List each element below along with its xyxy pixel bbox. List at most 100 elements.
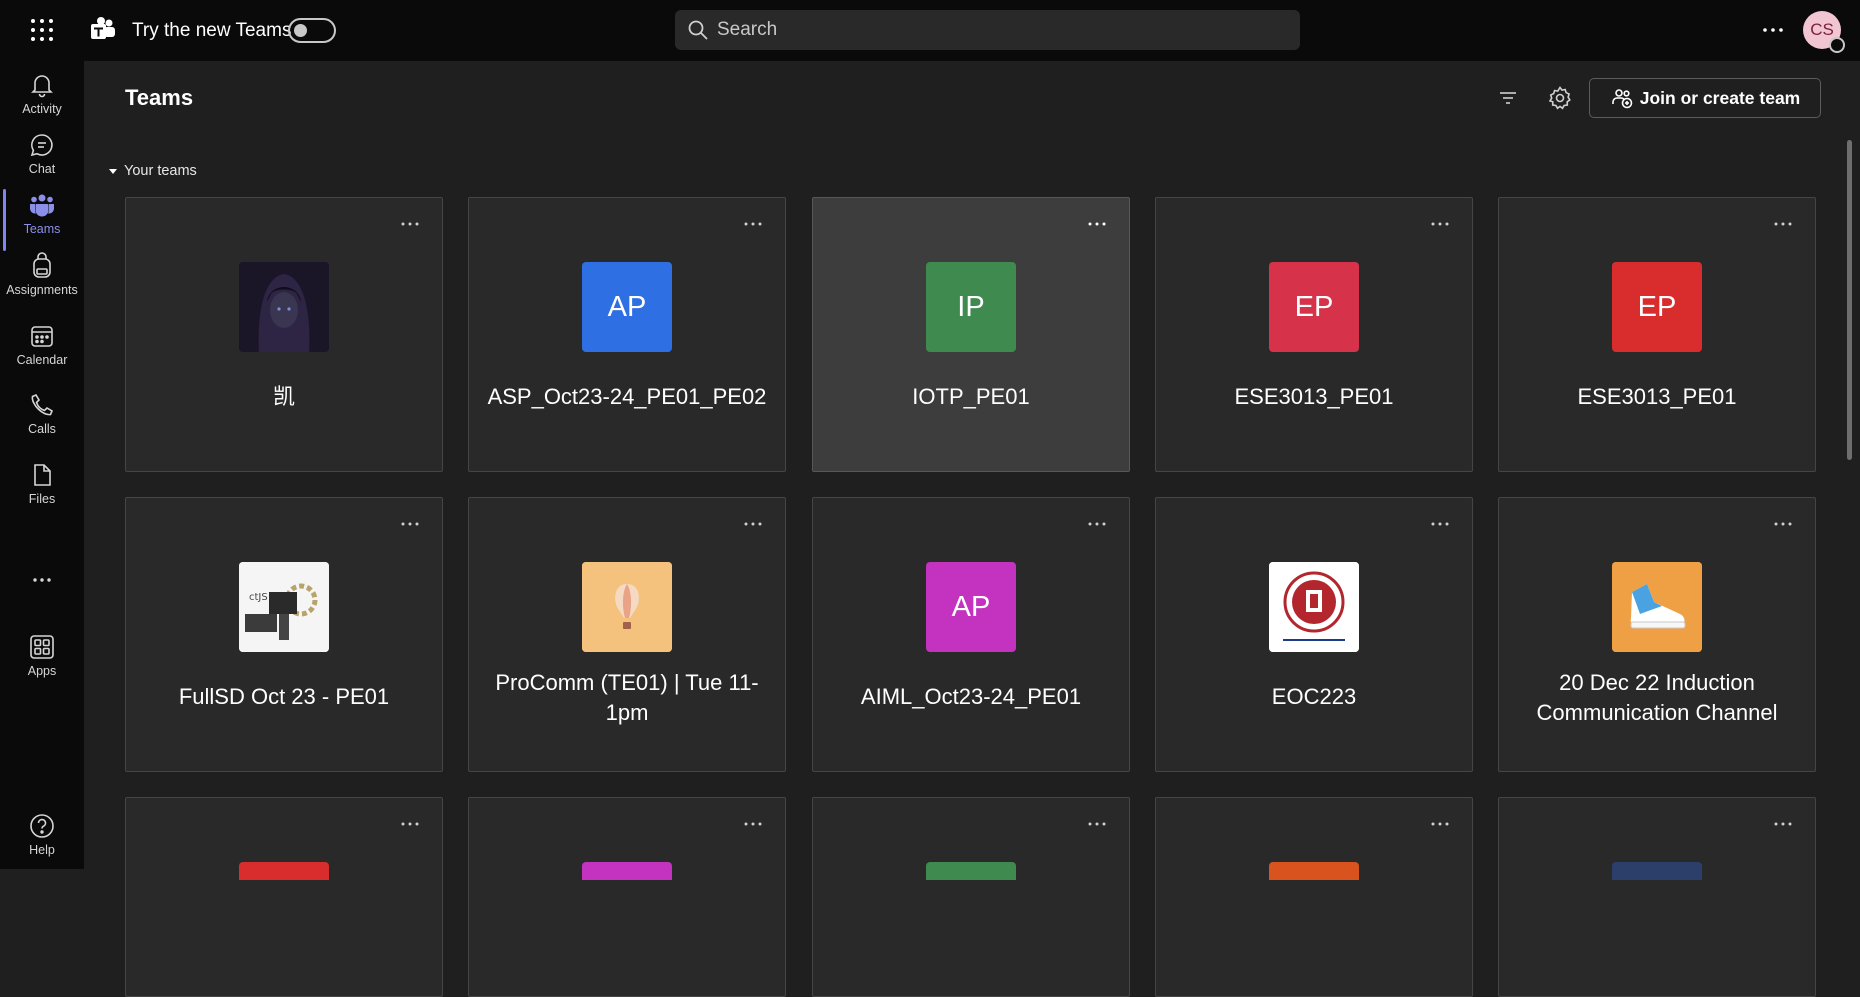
team-card[interactable]: EP ESE3013_PE01	[1155, 197, 1473, 472]
team-avatar	[239, 862, 329, 880]
more-options-icon[interactable]	[1771, 512, 1795, 536]
team-card[interactable]: EOC223	[1155, 497, 1473, 772]
file-icon	[34, 464, 51, 486]
team-card[interactable]: ProComm (TE01) | Tue 11-1pm	[468, 497, 786, 772]
caret-down-icon	[109, 169, 117, 174]
more-options-icon[interactable]	[398, 512, 422, 536]
rail-label: Chat	[28, 162, 56, 176]
more-icon	[33, 578, 51, 582]
team-card[interactable]	[1498, 797, 1816, 997]
team-avatar	[1612, 862, 1702, 880]
more-options-icon[interactable]	[1428, 812, 1452, 836]
team-name: ESE3013_PE01	[1234, 384, 1394, 409]
more-options-icon[interactable]	[398, 212, 422, 236]
team-name: ESE3013_PE01	[1577, 384, 1737, 409]
team-card[interactable]	[125, 797, 443, 997]
people-add-icon	[1611, 89, 1633, 109]
app-launcher-icon[interactable]	[27, 15, 57, 45]
help-icon	[30, 814, 54, 838]
team-initials: EP	[1637, 290, 1677, 323]
team-avatar	[926, 862, 1016, 880]
more-options-icon[interactable]	[741, 512, 765, 536]
filter-icon[interactable]	[1494, 84, 1522, 112]
join-button-label: Join or create team	[1639, 87, 1801, 108]
scrollbar-thumb[interactable]	[1847, 140, 1852, 460]
team-card[interactable]: ctJS FullSD Oct 23 - PE01	[125, 497, 443, 772]
calendar-icon	[31, 326, 53, 347]
apps-icon	[30, 635, 54, 659]
teams-logo-icon	[89, 16, 117, 44]
presence-status-icon	[1829, 37, 1845, 53]
rail-label: Activity	[22, 102, 62, 116]
more-options-icon[interactable]	[1085, 212, 1109, 236]
new-teams-toggle[interactable]	[288, 18, 336, 43]
team-name: FullSD Oct 23 - PE01	[178, 684, 390, 709]
team-card[interactable]	[468, 797, 786, 997]
team-name: AIML_Oct23-24_PE01	[860, 684, 1082, 709]
school-seal-logo	[1269, 562, 1359, 652]
gear-icon[interactable]	[1546, 84, 1574, 112]
search-icon	[688, 20, 708, 40]
rail-item-calendar[interactable]: Calendar	[0, 316, 84, 380]
rail-label: Files	[28, 492, 56, 506]
chat-icon	[30, 134, 53, 157]
your-teams-section-toggle[interactable]: Your teams	[108, 163, 197, 179]
rail-item-more[interactable]	[0, 566, 84, 630]
rail-item-activity[interactable]: Activity	[0, 65, 84, 129]
more-options-icon[interactable]	[398, 812, 422, 836]
team-name: ProComm (TE01) | Tue 11-1pm	[495, 670, 759, 725]
rail-item-apps[interactable]: Apps	[0, 627, 84, 691]
join-or-create-team-button[interactable]: Join or create team	[1589, 78, 1821, 118]
top-bar: Try the new Teams CS	[0, 0, 1860, 61]
team-initials: AP	[951, 590, 991, 623]
rail-item-teams[interactable]: Teams	[0, 185, 84, 251]
more-options-icon[interactable]	[1771, 812, 1795, 836]
more-options-icon[interactable]	[741, 812, 765, 836]
svg-text:ctJS: ctJS	[249, 592, 268, 603]
user-avatar[interactable]: CS	[1803, 11, 1845, 53]
search-input[interactable]	[709, 10, 1300, 50]
team-avatar	[582, 862, 672, 880]
hot-air-balloon-icon	[582, 562, 672, 652]
more-options-icon[interactable]	[1085, 812, 1109, 836]
team-name: EOC223	[1271, 684, 1357, 709]
phone-icon	[31, 393, 54, 416]
rail-item-files[interactable]: Files	[0, 455, 84, 519]
search-bar[interactable]	[675, 10, 1300, 50]
team-initials: AP	[607, 290, 647, 323]
page-title: Teams	[125, 85, 194, 110]
more-options-icon[interactable]	[1771, 212, 1795, 236]
rail-label: Apps	[27, 664, 57, 678]
team-card[interactable]: 凯	[125, 197, 443, 472]
more-options-icon[interactable]	[1428, 212, 1452, 236]
team-card[interactable]: IP IOTP_PE01	[812, 197, 1130, 472]
team-name: 20 Dec 22 Induction Communication Channe…	[1536, 670, 1778, 725]
team-name: ASP_Oct23-24_PE01_PE02	[487, 384, 767, 409]
teams-main-panel: Teams Join or create team Your teams 凯 A…	[84, 61, 1860, 997]
backpack-icon	[33, 252, 51, 278]
more-options-icon[interactable]	[1428, 512, 1452, 536]
team-card[interactable]: EP ESE3013_PE01	[1498, 197, 1816, 472]
team-card[interactable]: AP AIML_Oct23-24_PE01	[812, 497, 1130, 772]
more-options-icon[interactable]	[1085, 512, 1109, 536]
toggle-knob	[294, 24, 307, 37]
team-name: 凯	[272, 384, 295, 409]
sneaker-icon	[1612, 562, 1702, 652]
more-options-icon[interactable]	[741, 212, 765, 236]
rail-label: Assignments	[6, 283, 78, 297]
team-card[interactable]	[1155, 797, 1473, 997]
team-card[interactable]: AP ASP_Oct23-24_PE01_PE02	[468, 197, 786, 472]
team-card[interactable]	[812, 797, 1130, 997]
rail-item-assignments[interactable]: Assignments	[0, 246, 84, 310]
rail-item-help[interactable]: Help	[0, 806, 84, 870]
team-initials: EP	[1294, 290, 1334, 323]
rail-item-calls[interactable]: Calls	[0, 385, 84, 449]
team-card[interactable]: 20 Dec 22 Induction Communication Channe…	[1498, 497, 1816, 772]
team-avatar: AP	[926, 562, 1016, 652]
rail-item-chat[interactable]: Chat	[0, 125, 84, 189]
rail-label: Teams	[23, 222, 61, 236]
team-avatar: IP	[926, 262, 1016, 352]
avatar-initials: CS	[1810, 20, 1834, 39]
more-options-icon[interactable]	[1758, 16, 1788, 44]
teams-icon	[30, 194, 54, 217]
